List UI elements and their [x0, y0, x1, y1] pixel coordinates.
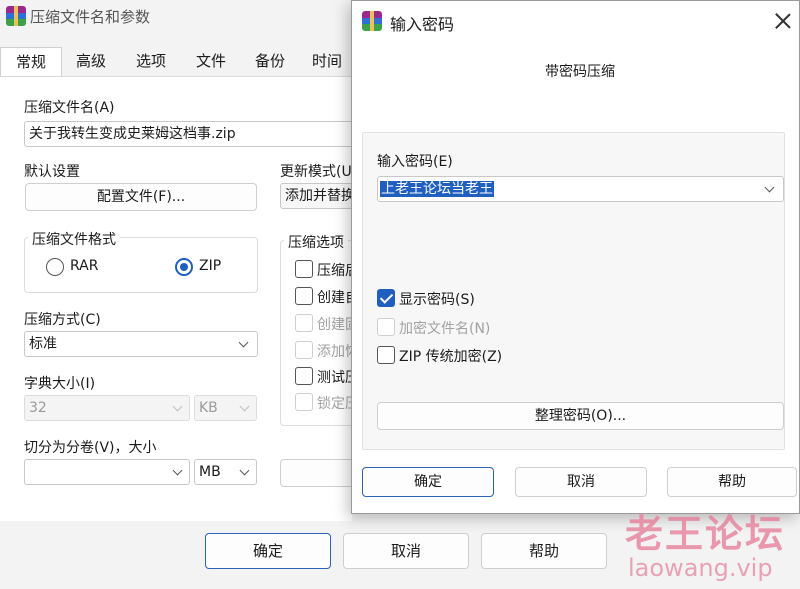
zip-legacy-encryption-label: ZIP 传统加密(Z)	[399, 349, 503, 365]
dictionary-size-value: 32	[29, 400, 47, 416]
general-tab-panel: 压缩文件名(A) 关于我转生变成史莱姆这档事.zip 默认设置 配置文件(F).…	[0, 76, 364, 521]
update-mode-label: 更新模式(U	[280, 164, 352, 180]
main-help-button[interactable]: 帮助	[481, 533, 607, 569]
watermark-domain: laowang.vip	[628, 554, 773, 582]
winrar-app-icon	[6, 6, 26, 26]
dialog-subtitle: 带密码压缩	[545, 64, 615, 80]
dialog-title: 输入密码	[390, 15, 455, 34]
option-delete-after-checkbox[interactable]	[295, 260, 313, 278]
compression-method-value: 标准	[29, 336, 57, 352]
option-create-solid-checkbox	[295, 314, 313, 332]
tab-files[interactable]: 文件	[182, 47, 240, 76]
zip-legacy-encryption-checkbox[interactable]	[377, 346, 395, 364]
password-dialog: 输入密码 带密码压缩 输入密码(E) 上老王论坛当老王 显示密码(S) 加密文件…	[351, 0, 800, 514]
show-password-checkbox[interactable]	[377, 289, 395, 307]
chevron-down-icon	[172, 401, 183, 412]
main-window-title: 压缩文件名和参数	[30, 8, 151, 26]
encrypt-filenames-label: 加密文件名(N)	[399, 321, 491, 337]
partial-hidden-button	[280, 459, 360, 487]
split-unit-select[interactable]: MB	[194, 459, 257, 485]
show-password-label: 显示密码(S)	[399, 292, 475, 308]
dictionary-unit-select: KB	[194, 395, 257, 421]
tab-time[interactable]: 时间	[300, 47, 354, 76]
main-cancel-button[interactable]: 取消	[343, 533, 469, 569]
organize-passwords-button[interactable]: 整理密码(O)...	[377, 402, 784, 430]
password-value: 上老王论坛当老王	[380, 181, 494, 197]
password-input[interactable]: 上老王论坛当老王	[377, 176, 784, 202]
tab-options[interactable]: 选项	[122, 47, 180, 76]
close-icon[interactable]	[774, 12, 792, 30]
dialog-help-button[interactable]: 帮助	[667, 467, 797, 497]
split-unit-value: MB	[199, 464, 221, 480]
option-create-sfx-checkbox[interactable]	[295, 287, 313, 305]
zip-radio[interactable]	[175, 258, 193, 276]
zip-radio-label: ZIP	[199, 258, 222, 274]
archive-name-label: 压缩文件名(A)	[24, 100, 115, 116]
tab-backup[interactable]: 备份	[242, 47, 298, 76]
archive-options-group-title: 压缩选项	[284, 232, 348, 252]
split-size-input[interactable]	[24, 459, 190, 485]
archive-name-input[interactable]: 关于我转生变成史莱姆这档事.zip	[24, 121, 364, 147]
chevron-down-icon	[172, 465, 183, 476]
profiles-button[interactable]: 配置文件(F)...	[25, 183, 257, 211]
update-mode-select[interactable]: 添加并替换	[280, 183, 360, 209]
option-test-archive-checkbox[interactable]	[295, 367, 313, 385]
compression-method-label: 压缩方式(C)	[24, 312, 101, 328]
main-tab-bar: 常规 高级 选项 文件 备份 时间	[0, 47, 354, 77]
chevron-down-icon	[239, 465, 250, 476]
dialog-cancel-button[interactable]: 取消	[515, 467, 647, 497]
password-label: 输入密码(E)	[377, 154, 453, 170]
tab-advanced[interactable]: 高级	[62, 47, 120, 76]
dictionary-size-label: 字典大小(I)	[24, 376, 96, 392]
default-settings-label: 默认设置	[24, 164, 80, 180]
chevron-down-icon	[239, 401, 250, 412]
dictionary-size-select: 32	[24, 395, 190, 421]
archive-format-group-title: 压缩文件格式	[28, 229, 120, 249]
encrypt-filenames-checkbox	[377, 318, 395, 336]
dialog-titlebar: 输入密码	[352, 1, 799, 41]
main-ok-button[interactable]: 确定	[205, 533, 331, 569]
option-lock-archive-checkbox	[295, 393, 313, 411]
rar-radio[interactable]	[46, 258, 64, 276]
option-add-recovery-checkbox	[295, 341, 313, 359]
dictionary-unit-value: KB	[199, 400, 218, 416]
tab-general[interactable]: 常规	[0, 47, 62, 77]
split-volumes-label: 切分为分卷(V)，大小	[24, 440, 157, 456]
winrar-app-icon	[362, 11, 382, 31]
chevron-down-icon	[238, 337, 249, 348]
chevron-down-icon[interactable]	[764, 182, 775, 193]
watermark-brand: 老王论坛	[625, 512, 786, 556]
compression-method-select[interactable]: 标准	[24, 331, 258, 357]
dialog-ok-button[interactable]: 确定	[362, 467, 494, 497]
rar-radio-label: RAR	[70, 258, 99, 274]
password-group: 输入密码(E) 上老王论坛当老王 显示密码(S) 加密文件名(N) ZIP 传统…	[362, 132, 785, 450]
